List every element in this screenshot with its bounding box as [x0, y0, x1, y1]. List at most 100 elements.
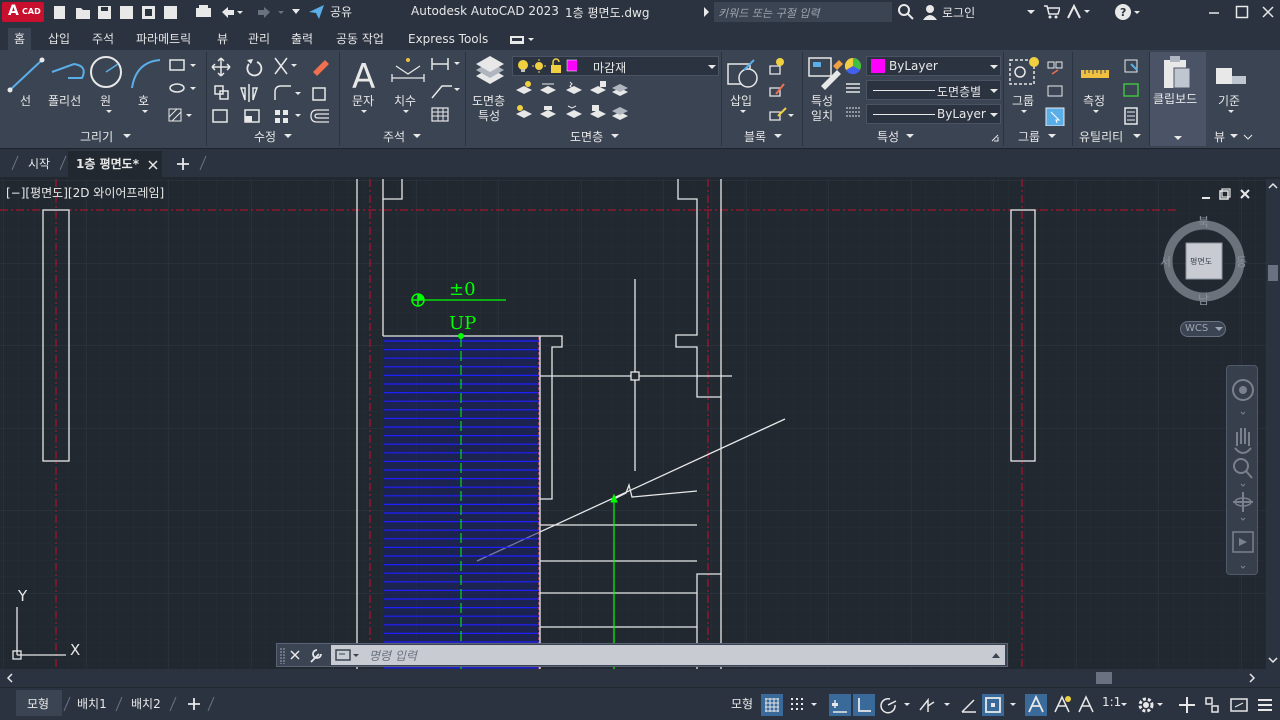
block-panel-label[interactable]: 블록: [744, 128, 766, 145]
properties-panel-expand-icon[interactable]: [906, 134, 914, 140]
dim-dropdown-icon[interactable]: [402, 109, 410, 115]
cart-icon[interactable]: [1044, 5, 1060, 19]
ribbon-minimize-icon[interactable]: [508, 34, 536, 46]
layers-panel-label[interactable]: 도면층: [570, 128, 603, 145]
viewcube-north[interactable]: 북: [1198, 213, 1209, 230]
isometric-drafting-icon[interactable]: [916, 694, 952, 716]
wcs-menu[interactable]: WCS: [1180, 321, 1226, 337]
color-dropdown[interactable]: ByLayer: [866, 56, 1001, 76]
layout-tab-model[interactable]: 모형: [16, 690, 62, 716]
tab-output[interactable]: 출력: [291, 28, 313, 50]
tab-manage[interactable]: 관리: [248, 28, 270, 50]
properties-dialog-launcher-icon[interactable]: [991, 134, 999, 142]
object-snap-dropdown-icon[interactable]: [1008, 694, 1020, 716]
viewcube-south[interactable]: 남: [1198, 291, 1209, 308]
tab-view[interactable]: 뷰: [217, 28, 228, 50]
text-button[interactable]: 문자: [352, 92, 374, 109]
arc-dropdown-icon[interactable]: [141, 109, 149, 115]
search-icon[interactable]: [897, 3, 915, 21]
viewport-controls-label[interactable]: [−][평면도][2D 와이어프레임]: [6, 184, 164, 201]
horizontal-scrollbar[interactable]: [0, 669, 1280, 687]
dimension-button[interactable]: 치수: [394, 92, 416, 109]
login-dropdown-icon[interactable]: [1026, 9, 1036, 17]
circle-dropdown-icon[interactable]: [105, 109, 113, 115]
group-button[interactable]: 그룹: [1012, 92, 1034, 109]
tab-collaborate[interactable]: 공동 작업: [336, 28, 384, 50]
user-icon[interactable]: [922, 4, 938, 20]
annotation-scale-value[interactable]: 1:1: [1102, 695, 1121, 709]
annotation-panel-label[interactable]: 주석: [383, 128, 405, 145]
close-icon[interactable]: [1261, 5, 1275, 19]
vertical-scrollbar[interactable]: [1266, 179, 1280, 669]
command-input[interactable]: 명령 입력: [331, 645, 1005, 665]
viewcube[interactable]: 북 남 서 동 평면도: [1158, 215, 1254, 311]
tab-start[interactable]: 시작: [28, 155, 50, 172]
panel-clipboard[interactable]: 클립보드: [1150, 52, 1206, 146]
autodesk-app-icon[interactable]: [1066, 4, 1092, 20]
base-view-button[interactable]: 기준: [1218, 92, 1240, 109]
annotation-scale-icon[interactable]: [1075, 694, 1097, 716]
object-snap-tracking-icon[interactable]: [958, 694, 980, 716]
layers-panel-expand-icon[interactable]: [611, 134, 619, 140]
tab-close-icon[interactable]: [148, 160, 158, 170]
auto-scale-icon[interactable]: [1051, 694, 1073, 716]
viewcube-face[interactable]: 평면도: [1190, 256, 1212, 267]
annotation-visibility-toggle[interactable]: [1025, 694, 1047, 716]
model-space-toggle[interactable]: 모형: [731, 695, 753, 712]
text-dropdown-icon[interactable]: [360, 109, 368, 115]
clean-screen-icon[interactable]: [1228, 694, 1250, 716]
viewport-window-controls[interactable]: [1198, 188, 1258, 202]
polar-tracking-icon[interactable]: [878, 694, 914, 716]
layer-properties-button-line2[interactable]: 특성: [478, 107, 500, 124]
insert-button[interactable]: 삽입: [730, 92, 752, 109]
layout-tab-2[interactable]: 배치2: [131, 695, 161, 712]
groups-panel-label[interactable]: 그룹: [1018, 128, 1040, 145]
match-properties-line2[interactable]: 일치: [811, 107, 833, 124]
utilities-panel-expand-icon[interactable]: [1133, 134, 1141, 140]
base-dropdown-icon[interactable]: [1227, 109, 1235, 115]
tab-home[interactable]: 홈: [8, 28, 32, 50]
layer-dropdown[interactable]: 마감재: [512, 56, 719, 76]
snap-mode-icon[interactable]: [787, 694, 819, 716]
recent-commands-icon[interactable]: [335, 647, 361, 663]
group-dropdown-icon[interactable]: [1020, 109, 1028, 115]
arc-button[interactable]: 호: [138, 92, 149, 109]
annotation-monitor-icon[interactable]: [1176, 694, 1198, 716]
tab-annotate[interactable]: 주석: [92, 28, 114, 50]
insert-dropdown-icon[interactable]: [739, 109, 747, 115]
measure-button[interactable]: 측정: [1083, 92, 1105, 109]
hatch-icon[interactable]: [168, 108, 198, 124]
linetype-dropdown[interactable]: 도면층별: [866, 80, 1001, 100]
units-icon[interactable]: [1201, 694, 1223, 716]
draw-panel-expand-icon[interactable]: [123, 134, 131, 140]
tab-insert[interactable]: 삽입: [48, 28, 70, 50]
groups-panel-expand-icon[interactable]: [1048, 134, 1056, 140]
viewcube-east[interactable]: 동: [1236, 253, 1247, 270]
line-button[interactable]: 선: [20, 92, 31, 109]
command-history-icon[interactable]: [991, 651, 1001, 659]
infer-constraints-toggle[interactable]: [829, 694, 851, 716]
view-panel-label[interactable]: 뷰: [1214, 128, 1225, 145]
grid-display-toggle[interactable]: [761, 694, 783, 716]
maximize-icon[interactable]: [1235, 5, 1249, 19]
drawing-canvas[interactable]: ±0 UP Y X [−][평면도][2D 와이어프레임] 북 남 서 동 평면…: [0, 179, 1266, 669]
layout-tab-1[interactable]: 배치1: [77, 695, 107, 712]
lineweight-dropdown[interactable]: ByLayer: [866, 104, 1001, 124]
modify-panel-label[interactable]: 수정: [254, 128, 276, 145]
help-icon[interactable]: ?: [1114, 3, 1142, 21]
customization-menu-icon[interactable]: [1254, 694, 1276, 716]
utilities-panel-label[interactable]: 유틸리티: [1079, 128, 1123, 145]
view-panel-expand-icon[interactable]: [1230, 134, 1256, 142]
polyline-button[interactable]: 폴리선: [48, 92, 81, 109]
ortho-mode-toggle[interactable]: [853, 694, 875, 716]
properties-panel-label[interactable]: 특성: [877, 128, 899, 145]
app-menu-button[interactable]: A CAD: [2, 2, 44, 22]
tab-express-tools[interactable]: Express Tools: [408, 28, 488, 50]
workspace-gear-icon[interactable]: [1135, 694, 1165, 716]
search-expand-icon[interactable]: [703, 7, 711, 17]
add-layout-icon[interactable]: [187, 697, 201, 711]
login-label[interactable]: 로그인: [942, 4, 975, 21]
tab-parametric[interactable]: 파라메트릭: [136, 28, 191, 50]
tab-active-drawing[interactable]: 1층 평면도*: [68, 151, 162, 177]
circle-button[interactable]: 원: [100, 92, 111, 109]
